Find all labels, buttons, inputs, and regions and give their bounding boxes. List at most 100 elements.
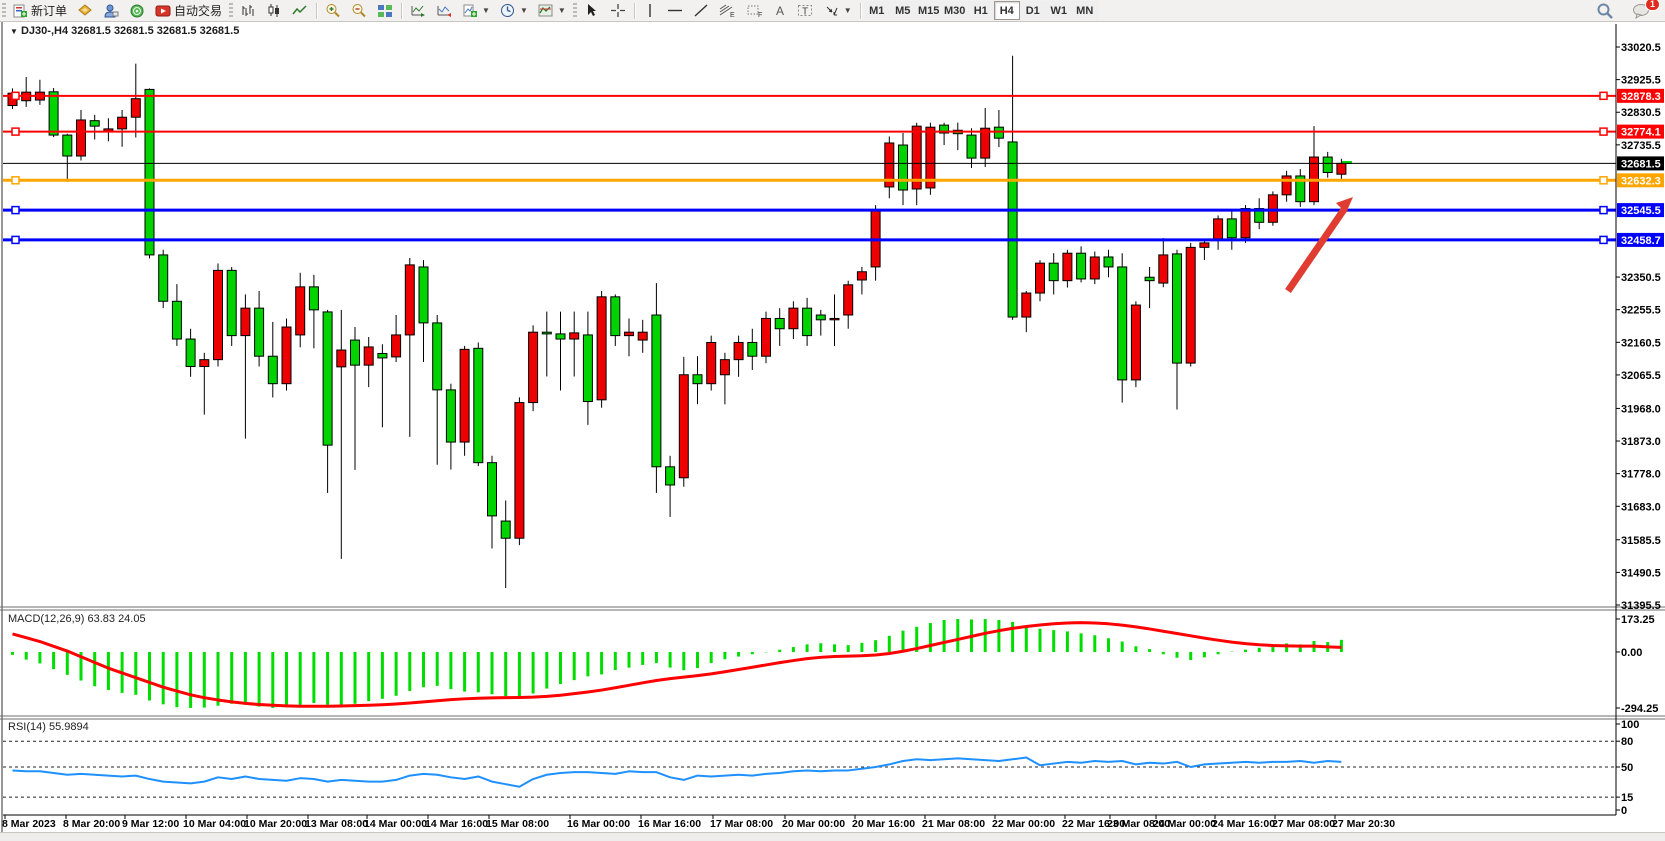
timeframe-mn[interactable]: MN — [1072, 1, 1098, 20]
line-chart-type-button[interactable] — [287, 1, 313, 20]
svg-text:32632.3: 32632.3 — [1621, 175, 1661, 187]
indicator-remove-icon — [436, 3, 452, 18]
svg-text:16 Mar 16:00: 16 Mar 16:00 — [638, 818, 701, 830]
zoom-in-button[interactable] — [320, 1, 346, 20]
svg-text:173.25: 173.25 — [1621, 614, 1655, 626]
signal-icon — [129, 3, 145, 18]
timeframe-h4[interactable]: H4 — [994, 1, 1020, 20]
svg-text:14 Mar 16:00: 14 Mar 16:00 — [425, 818, 488, 830]
svg-text:32878.3: 32878.3 — [1621, 91, 1661, 103]
text-tool-button[interactable]: A — [768, 1, 792, 20]
signal-button[interactable] — [124, 1, 150, 20]
timeframe-m30[interactable]: M30 — [942, 1, 968, 20]
toolbar-grip — [229, 3, 233, 19]
window-bottom-edge — [0, 832, 1665, 841]
svg-text:27 Mar 08:00: 27 Mar 08:00 — [1272, 818, 1335, 830]
chart-title[interactable]: ▼ DJ30-,H4 32681.5 32681.5 32681.5 32681… — [10, 25, 239, 37]
svg-text:32925.5: 32925.5 — [1621, 75, 1661, 87]
template-icon — [538, 3, 554, 18]
svg-text:22 Mar 00:00: 22 Mar 00:00 — [992, 818, 1055, 830]
timeframe-d1[interactable]: D1 — [1020, 1, 1046, 20]
clock-icon — [500, 3, 516, 18]
search-icon — [1596, 3, 1614, 19]
tile-windows-button[interactable] — [372, 1, 398, 20]
notifications-button[interactable]: 1 — [1627, 1, 1655, 20]
text-icon: A — [773, 3, 787, 18]
svg-text:8 Mar 2023: 8 Mar 2023 — [2, 818, 56, 830]
symbol-dropdown-icon[interactable]: ▼ — [10, 27, 18, 36]
timeframe-m5[interactable]: M5 — [890, 1, 916, 20]
svg-text:32458.7: 32458.7 — [1621, 235, 1661, 247]
market-watch-button[interactable] — [72, 1, 98, 20]
label-icon: T — [797, 3, 814, 18]
zoom-out-button[interactable] — [346, 1, 372, 20]
profile-button[interactable] — [98, 1, 124, 20]
svg-text:32830.5: 32830.5 — [1621, 107, 1661, 119]
svg-text:32545.5: 32545.5 — [1621, 205, 1661, 217]
horizontal-line-tool-button[interactable] — [662, 1, 688, 20]
indicator-remove-button[interactable] — [431, 1, 457, 20]
line-chart-icon — [292, 3, 308, 18]
chevron-down-icon: ▼ — [844, 6, 852, 15]
svg-text:17 Mar 08:00: 17 Mar 08:00 — [710, 818, 773, 830]
new-order-button[interactable]: 新订单 — [8, 1, 72, 20]
svg-text:10 Mar 20:00: 10 Mar 20:00 — [244, 818, 307, 830]
svg-text:9 Mar 12:00: 9 Mar 12:00 — [122, 818, 179, 830]
indicator-window-button[interactable] — [405, 1, 431, 20]
autotrade-label: 自动交易 — [174, 2, 222, 19]
bar-chart-type-button[interactable] — [235, 1, 261, 20]
svg-text:32350.5: 32350.5 — [1621, 272, 1661, 284]
label-tool-button[interactable]: T — [792, 1, 819, 20]
vertical-line-tool-button[interactable] — [638, 1, 662, 20]
svg-text:13 Mar 08:00: 13 Mar 08:00 — [305, 818, 368, 830]
timeframe-m1[interactable]: M1 — [864, 1, 890, 20]
fibo-grid-tool-button[interactable]: F — [741, 1, 768, 20]
template-button[interactable]: ▼ — [533, 1, 571, 20]
period-button[interactable]: ▼ — [495, 1, 533, 20]
cursor-tool-button[interactable] — [579, 1, 605, 20]
autotrade-button[interactable]: 自动交易 — [150, 1, 227, 20]
new-chart-button[interactable]: ▼ — [457, 1, 495, 20]
svg-text:31873.0: 31873.0 — [1621, 436, 1661, 448]
symbol-period-label: DJ30-,H4 — [21, 25, 68, 37]
search-button[interactable] — [1591, 1, 1619, 20]
svg-text:21 Mar 08:00: 21 Mar 08:00 — [922, 818, 985, 830]
candlestick-icon — [266, 3, 282, 18]
timeframe-h1[interactable]: H1 — [968, 1, 994, 20]
svg-text:E: E — [730, 12, 735, 18]
trendline-tool-button[interactable] — [688, 1, 714, 20]
trendline-icon — [693, 3, 709, 18]
new-chart-icon — [462, 3, 478, 18]
gold-book-icon — [77, 3, 93, 18]
svg-text:15 Mar 08:00: 15 Mar 08:00 — [486, 818, 549, 830]
toolbar-grip — [573, 3, 577, 19]
profile-person-icon — [103, 3, 119, 18]
chevron-down-icon: ▼ — [558, 6, 566, 15]
chart-canvas[interactable]: 33020.532925.532830.532735.532350.532255… — [0, 0, 1665, 841]
svg-text:27 Mar 20:30: 27 Mar 20:30 — [1332, 818, 1395, 830]
svg-text:20 Mar 00:00: 20 Mar 00:00 — [782, 818, 845, 830]
svg-text:31490.5: 31490.5 — [1621, 567, 1661, 579]
svg-text:24 Mar 16:00: 24 Mar 16:00 — [1212, 818, 1275, 830]
svg-text:10 Mar 04:00: 10 Mar 04:00 — [183, 818, 246, 830]
vertical-line-icon — [643, 3, 657, 18]
ohlc-values: 32681.5 32681.5 32681.5 32681.5 — [71, 25, 239, 37]
autotrade-icon — [155, 3, 171, 18]
fibonacci-tool-button[interactable]: E — [714, 1, 741, 20]
svg-text:31395.5: 31395.5 — [1621, 600, 1661, 612]
toolbar-grip[interactable] — [2, 3, 6, 19]
timeframe-w1[interactable]: W1 — [1046, 1, 1072, 20]
svg-text:32774.1: 32774.1 — [1621, 127, 1661, 139]
grid-icon: F — [746, 3, 763, 18]
new-order-label: 新订单 — [31, 2, 67, 19]
timeframe-m15[interactable]: M15 — [916, 1, 942, 20]
zoom-in-icon — [325, 3, 341, 18]
arrows-tool-button[interactable]: ▼ — [819, 1, 857, 20]
svg-text:31778.0: 31778.0 — [1621, 469, 1661, 481]
svg-text:31683.0: 31683.0 — [1621, 501, 1661, 513]
svg-text:0.00: 0.00 — [1621, 647, 1642, 659]
candle-chart-type-button[interactable] — [261, 1, 287, 20]
svg-text:T: T — [802, 7, 808, 18]
crosshair-tool-button[interactable] — [605, 1, 631, 20]
cursor-icon — [584, 3, 600, 18]
